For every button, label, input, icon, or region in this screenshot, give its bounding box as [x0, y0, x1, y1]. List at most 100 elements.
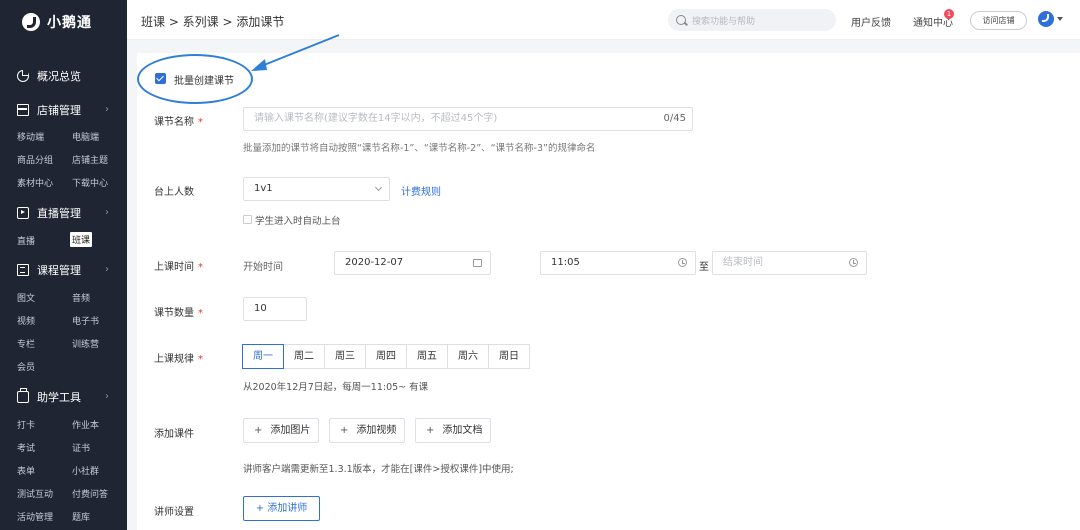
sidebar-item-overview[interactable]: 概况总览 [0, 64, 127, 88]
sidebar-item-paid-qa[interactable]: 付费问答 [72, 487, 108, 500]
sidebar-item-video[interactable]: 视频 [17, 314, 35, 327]
weekday-tue[interactable]: 周二 [283, 344, 325, 369]
add-video-button[interactable]: + 添加视频 [329, 418, 405, 443]
add-image-button[interactable]: + 添加图片 [243, 418, 319, 443]
lesson-name-hint: 批量添加的课节将自动按照“课节名称-1”、“课节名称-2”、“课节名称-3”的规… [243, 143, 596, 154]
sidebar-item-membership[interactable]: 会员 [17, 360, 35, 373]
sidebar-item-form[interactable]: 表单 [17, 464, 35, 477]
sidebar-item-shop-theme[interactable]: 店铺主题 [72, 153, 108, 166]
sidebar-item-class[interactable]: 班课 [70, 232, 93, 247]
sidebar-item-exam[interactable]: 考试 [17, 441, 35, 454]
sidebar-item-checkin[interactable]: 打卡 [17, 418, 35, 431]
search-box[interactable]: 搜索功能与帮助 [668, 9, 836, 31]
search-icon [676, 15, 686, 25]
to-separator: 至 [699, 262, 709, 273]
sidebar-section-live[interactable]: 直播管理 › [0, 201, 127, 225]
auto-stage-label: 学生进入时自动上台 [255, 216, 341, 227]
sidebar-item-downloads[interactable]: 下载中心 [72, 176, 108, 189]
video-icon [17, 207, 29, 219]
stage-count-label: 台上人数 [154, 187, 194, 198]
sidebar-section-label: 直播管理 [37, 207, 81, 220]
lesson-name-input[interactable]: 请输入课节名称(建议字数在14字以内，不超过45个字) 0/45 [243, 107, 693, 131]
start-date-input[interactable]: 2020-12-07 [334, 251, 491, 275]
sidebar-item-certificate[interactable]: 证书 [72, 441, 90, 454]
start-date-value: 2020-12-07 [345, 257, 404, 268]
weekday-selector: 周一 周二 周三 周四 周五 周六 周日 [242, 344, 530, 369]
schedule-summary: 从2020年12月7日起，每周一11:05~ 有课 [243, 382, 429, 393]
weekday-sat[interactable]: 周六 [447, 344, 489, 369]
notification-badge: 1 [944, 9, 954, 19]
sidebar-item-activities[interactable]: 活动管理 [17, 510, 53, 523]
lesson-name-label: 课节名称 * [154, 117, 203, 128]
plus-icon: + [426, 425, 435, 436]
sidebar-item-product-groups[interactable]: 商品分组 [17, 153, 53, 166]
sidebar-item-materials[interactable]: 素材中心 [17, 176, 53, 189]
annotation-arrow [251, 34, 340, 71]
sidebar: 小鹅通 概况总览 店铺管理 › 移动端 电脑端 商品分组 店铺主题 素材中心 下… [0, 0, 127, 530]
sidebar-section-shop[interactable]: 店铺管理 › [0, 98, 127, 122]
sidebar-item-camp[interactable]: 训练营 [72, 337, 99, 350]
start-time-value: 11:05 [551, 257, 580, 268]
plus-icon: + [340, 425, 349, 436]
sidebar-item-article[interactable]: 图文 [17, 291, 35, 304]
chevron-right-icon: › [105, 207, 109, 218]
add-document-button[interactable]: + 添加文档 [415, 418, 491, 443]
weekday-sun[interactable]: 周日 [488, 344, 530, 369]
start-time-label: 开始时间 [243, 262, 283, 273]
breadcrumb[interactable]: 班课 > 系列课 > 添加课节 [141, 13, 284, 30]
chevron-right-icon: › [105, 391, 109, 402]
search-input[interactable]: 搜索功能与帮助 [692, 14, 755, 27]
weekday-fri[interactable]: 周五 [406, 344, 448, 369]
sidebar-item-homework[interactable]: 作业本 [72, 418, 99, 431]
auto-stage-checkbox[interactable] [243, 215, 252, 224]
start-time-input[interactable]: 11:05 [540, 251, 696, 275]
lesson-count-label: 课节数量 * [154, 308, 203, 319]
sidebar-item-ebook[interactable]: 电子书 [72, 314, 99, 327]
clock-icon [849, 258, 858, 267]
sidebar-item-live[interactable]: 直播 [17, 234, 35, 247]
weekday-mon[interactable]: 周一 [242, 344, 284, 369]
char-counter: 0/45 [663, 113, 686, 124]
main-form: 批量创建课节 课节名称 * 请输入课节名称(建议字数在14字以内，不超过45个字)… [137, 34, 1080, 530]
chart-icon [17, 70, 29, 82]
lesson-count-input[interactable]: 10 [243, 297, 307, 321]
weekday-wed[interactable]: 周三 [324, 344, 366, 369]
chevron-right-icon: › [105, 264, 109, 275]
calendar-icon [473, 259, 482, 267]
book-icon [17, 264, 29, 276]
courseware-hint: 讲师客户端需更新至1.3.1版本，才能在[课件>授权课件]中使用; [243, 464, 514, 475]
stage-count-select[interactable]: 1v1 [243, 177, 390, 201]
pricing-rules-link[interactable]: 计费规则 [401, 183, 441, 198]
sidebar-section-courses[interactable]: 课程管理 › [0, 258, 127, 282]
sidebar-item-mobile[interactable]: 移动端 [17, 130, 44, 143]
sidebar-item-community[interactable]: 小社群 [72, 464, 99, 477]
caret-down-icon[interactable] [1057, 17, 1063, 21]
sidebar-item-column[interactable]: 专栏 [17, 337, 35, 350]
courseware-label: 添加课件 [154, 429, 194, 440]
stage-count-value: 1v1 [254, 183, 273, 194]
sidebar-section-label: 店铺管理 [37, 104, 81, 117]
chevron-down-icon [374, 183, 383, 192]
logo[interactable]: 小鹅通 [0, 0, 127, 44]
add-teacher-button[interactable]: + 添加讲师 [243, 496, 320, 521]
batch-create-checkbox[interactable] [155, 73, 166, 84]
avatar[interactable] [1038, 11, 1054, 27]
sidebar-item-question-bank[interactable]: 题库 [72, 510, 90, 523]
sidebar-item-audio[interactable]: 音频 [72, 291, 90, 304]
sidebar-item-quiz[interactable]: 测试互动 [17, 487, 53, 500]
feedback-link[interactable]: 用户反馈 [851, 14, 891, 29]
sidebar-item-label: 概况总览 [37, 70, 81, 83]
logo-icon [22, 13, 40, 31]
end-time-input[interactable]: 结束时间 [712, 251, 867, 275]
batch-create-label: 批量创建课节 [174, 76, 234, 87]
sidebar-section-label: 课程管理 [37, 264, 81, 277]
sidebar-item-pc[interactable]: 电脑端 [72, 130, 99, 143]
app-name: 小鹅通 [47, 15, 92, 31]
chevron-right-icon: › [105, 104, 109, 115]
sidebar-section-tools[interactable]: 助学工具 › [0, 385, 127, 409]
sidebar-section-label: 助学工具 [37, 391, 81, 404]
weekday-thu[interactable]: 周四 [365, 344, 407, 369]
plus-icon: + [254, 425, 263, 436]
visit-shop-button[interactable]: 访问店铺 [970, 11, 1027, 30]
clock-icon [678, 258, 687, 267]
